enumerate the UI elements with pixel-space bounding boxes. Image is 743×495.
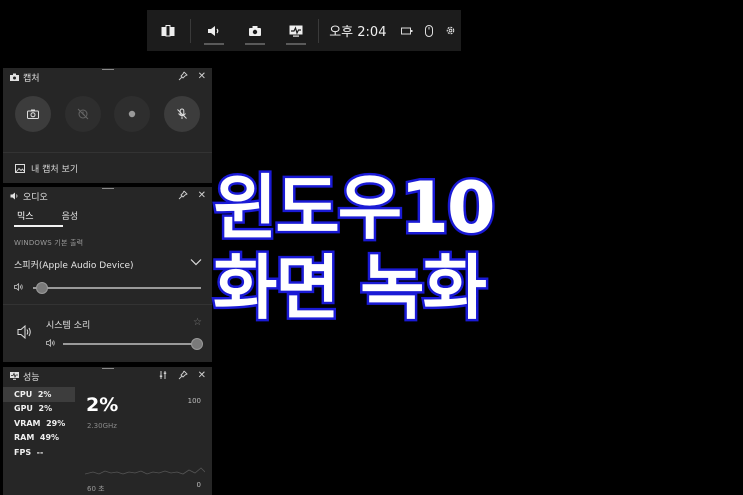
active-tab-indicator [14, 225, 63, 227]
gallery-icon [15, 164, 25, 173]
view-captures-link[interactable]: 내 캡처 보기 [15, 162, 78, 175]
active-indicator [245, 43, 266, 45]
drag-handle[interactable] [102, 368, 114, 369]
audio-header: 오디오 ✕ [3, 187, 212, 205]
metric-cpu[interactable]: CPU 2% [3, 387, 75, 402]
metric-fps[interactable]: FPS -- [3, 445, 75, 460]
record-dot-icon [129, 110, 136, 118]
game-bar: 오후 2:04 [147, 10, 461, 51]
camera-icon [248, 25, 261, 36]
capture-title: 캡처 [23, 73, 40, 84]
performance-widget-button[interactable] [275, 10, 316, 51]
record-last-button[interactable] [64, 96, 101, 132]
drag-handle[interactable] [102, 69, 114, 70]
widget-menu-button[interactable] [147, 10, 188, 51]
current-usage: 2% [86, 394, 119, 416]
divider [3, 304, 212, 305]
overlay-title-line1: 윈도우10 [211, 166, 499, 251]
performance-header: 성능 ✕ [3, 367, 212, 385]
gear-icon [446, 26, 455, 35]
metric-ram[interactable]: RAM 49% [3, 431, 75, 446]
active-indicator [286, 43, 307, 45]
capture-widget: 캡처 ✕ 내 캡처 보기 [3, 68, 212, 183]
microphone-off-icon [177, 108, 187, 119]
app-volume-track[interactable] [63, 343, 201, 345]
mouse-icon [424, 24, 433, 37]
separator [190, 18, 192, 43]
capture-header: 캡처 ✕ [3, 68, 212, 86]
drag-handle[interactable] [102, 188, 114, 189]
screenshot-button[interactable] [15, 96, 51, 132]
overlay-title: 윈도우10 화면 녹화 [211, 166, 543, 331]
audio-widget: 오디오 ✕ 믹스 음성 WINDOWS 기본 출력 스피커(Apple Audi… [3, 187, 212, 362]
audio-tabs: 믹스 음성 [3, 205, 212, 229]
metric-vram[interactable]: VRAM 29% [3, 416, 75, 431]
audio-widget-button[interactable] [193, 10, 234, 51]
speaker-icon [207, 25, 218, 36]
performance-widget: 성능 ✕ CPU 2% GPU 2% VRAM 29% RAM 49% FPS … [3, 367, 212, 495]
output-section-label: WINDOWS 기본 출력 [14, 239, 84, 247]
close-icon[interactable]: ✕ [198, 72, 206, 82]
usage-graph [85, 467, 205, 475]
graph-min-label: 0 [196, 481, 201, 489]
audio-title: 오디오 [23, 192, 48, 203]
widget-menu-icon [161, 24, 175, 36]
system-sounds-label: 시스템 소리 [46, 321, 91, 331]
favorite-star-icon[interactable]: ☆ [193, 317, 202, 328]
clock: 오후 2:04 [329, 25, 387, 40]
volume-icon [46, 339, 55, 347]
options-icon[interactable] [158, 370, 168, 383]
capture-widget-button[interactable] [234, 10, 275, 51]
active-indicator [204, 43, 225, 45]
record-last-icon [77, 108, 89, 120]
battery-icon [401, 27, 413, 34]
cpu-frequency: 2.30GHz [87, 422, 117, 430]
settings-button[interactable] [440, 10, 462, 51]
pin-icon[interactable] [178, 370, 188, 383]
close-icon[interactable]: ✕ [198, 371, 206, 381]
camera-icon [27, 109, 39, 119]
graph-max-label: 100 [187, 397, 201, 405]
divider [3, 152, 212, 153]
app-volume-thumb[interactable] [191, 338, 203, 350]
close-icon[interactable]: ✕ [198, 191, 206, 201]
performance-monitor-icon [9, 371, 19, 381]
device-volume-thumb[interactable] [36, 282, 49, 294]
start-recording-button[interactable] [114, 96, 151, 132]
metric-gpu[interactable]: GPU 2% [3, 402, 75, 417]
performance-monitor-icon [289, 25, 303, 37]
camera-icon [9, 72, 19, 82]
capture-controls [3, 86, 212, 132]
device-volume-track[interactable] [33, 287, 201, 289]
controller-battery-button[interactable] [396, 10, 418, 51]
chevron-down-icon[interactable] [190, 258, 202, 266]
pin-icon[interactable] [178, 71, 188, 84]
tab-voice[interactable]: 음성 [62, 209, 79, 229]
output-device-select[interactable]: 스피커(Apple Audio Device) [14, 258, 134, 271]
microphone-toggle-button[interactable] [163, 96, 200, 132]
pin-icon[interactable] [178, 190, 188, 203]
view-captures-label: 내 캡처 보기 [31, 165, 79, 175]
graph-time-label: 60 초 [87, 485, 105, 493]
system-sounds-icon [17, 325, 31, 339]
volume-icon [14, 283, 23, 291]
speaker-icon [9, 191, 19, 201]
overlay-title-line2: 화면 녹화 [211, 246, 490, 331]
performance-title: 성능 [23, 372, 40, 383]
mouse-button[interactable] [418, 10, 440, 51]
separator [318, 18, 320, 43]
metric-list: CPU 2% GPU 2% VRAM 29% RAM 49% FPS -- [3, 387, 75, 460]
